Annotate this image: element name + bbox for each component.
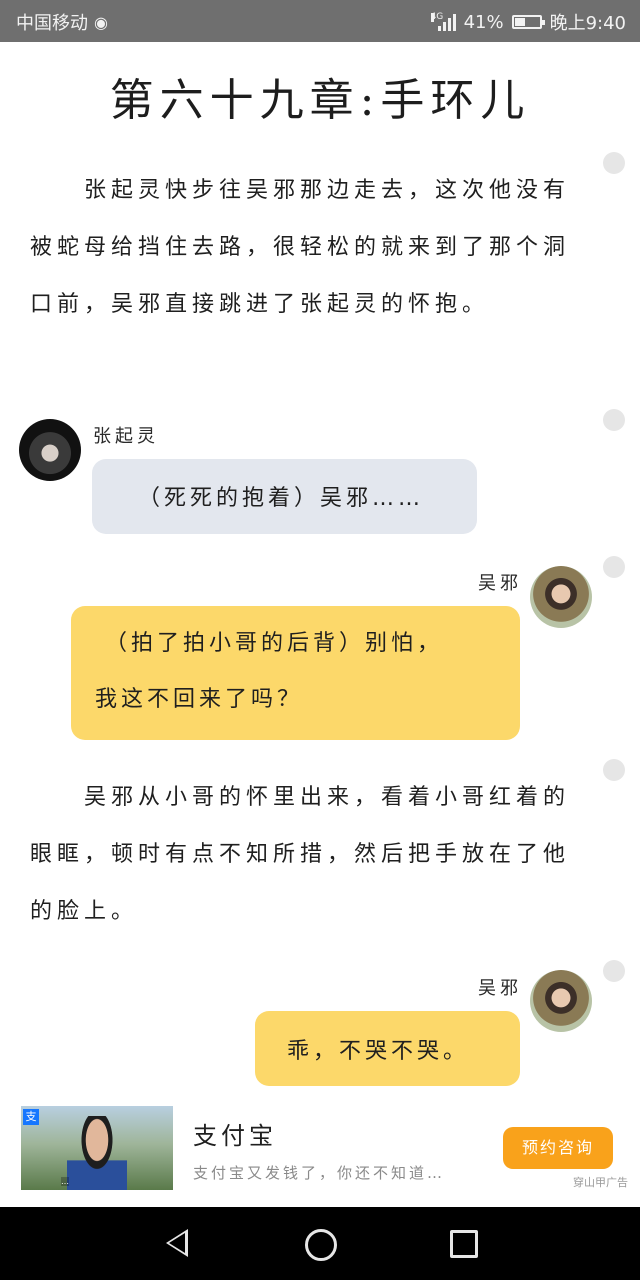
more-dot-icon[interactable] — [603, 556, 625, 578]
wechat-icon: ◉ — [94, 12, 108, 32]
message-bubble: （拍了拍小哥的后背）别怕， 我这不回来了吗？ — [71, 606, 520, 740]
more-dot-icon[interactable] — [603, 409, 625, 431]
avatar-wu-xie[interactable] — [530, 970, 592, 1032]
ad-banner[interactable]: 支 … 支付宝 支付宝又发钱了，你还不知道… 预约咨询 穿山甲广告 — [0, 1100, 640, 1200]
ad-image[interactable]: 支 … — [21, 1106, 173, 1190]
more-dot-icon[interactable] — [603, 960, 625, 982]
status-bar: 中国移动 ◉ 4G 41% 晚上9:40 — [0, 0, 640, 42]
message-text: 我这不回来了吗？ — [95, 687, 304, 712]
battery-icon — [511, 15, 545, 29]
home-icon[interactable] — [305, 1229, 337, 1261]
clock: 晚上9:40 — [549, 13, 626, 34]
speaker-name: 吴邪 — [478, 978, 522, 999]
recent-apps-icon[interactable] — [450, 1230, 478, 1258]
chapter-title: 第六十九章:手环儿 — [109, 75, 531, 126]
ad-cta-button[interactable]: 预约咨询 — [503, 1127, 613, 1169]
network-type: 4G — [430, 12, 444, 22]
message-bubble: 乖，不哭不哭。 — [255, 1011, 520, 1086]
more-dot-icon[interactable] — [603, 152, 625, 174]
carrier-label: 中国移动 — [16, 13, 88, 34]
message-bubble: （死死的抱着）吴邪…… — [92, 459, 477, 534]
message-text: （拍了拍小哥的后背）别怕， — [105, 631, 444, 656]
message-text: （死死的抱着）吴邪…… — [138, 486, 425, 511]
navigation-bar — [0, 1207, 640, 1280]
ad-description[interactable]: 支付宝又发钱了，你还不知道… — [193, 1162, 445, 1183]
alipay-logo-icon: 支 — [23, 1109, 39, 1125]
signal-icon: 4G — [430, 12, 456, 31]
narration-paragraph: 吴邪从小哥的怀里出来，看着小哥红着的眼眶，顿时有点不知所措，然后把手放在了他的脸… — [30, 785, 571, 924]
message-text: 乖，不哭不哭。 — [287, 1039, 470, 1064]
avatar-zhang-qiling[interactable] — [19, 419, 81, 481]
narration-paragraph: 张起灵快步往吴邪那边走去，这次他没有被蛇母给挡住去路，很轻松的就来到了那个洞口前… — [30, 178, 571, 317]
ad-label: 穿山甲广告 — [573, 1176, 628, 1189]
battery-percent: 41% — [463, 11, 504, 33]
speaker-name: 张起灵 — [93, 426, 159, 447]
ad-person-photo — [67, 1116, 127, 1190]
avatar-wu-xie[interactable] — [530, 566, 592, 628]
back-icon[interactable] — [166, 1229, 188, 1257]
more-dot-icon[interactable] — [603, 759, 625, 781]
ad-caption: … — [61, 1177, 69, 1186]
ad-title[interactable]: 支付宝 — [193, 1116, 277, 1151]
speaker-name: 吴邪 — [478, 573, 522, 594]
